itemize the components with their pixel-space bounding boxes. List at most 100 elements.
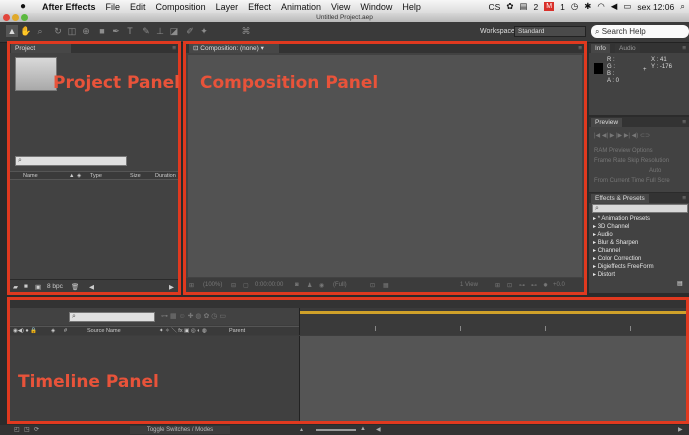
preview-tab-bar: Preview ≡ [589, 117, 689, 127]
loop-icon[interactable]: ⊂⊃ [640, 133, 650, 139]
last-frame-icon[interactable]: ▶| [624, 133, 632, 139]
puppet-tool-icon[interactable]: ✦ [198, 25, 210, 37]
zoom-out-icon[interactable]: ▴ [300, 426, 303, 433]
zoom-tool-icon[interactable]: ⌕ [34, 25, 46, 37]
search-help-input[interactable]: ⌕ Search Help [591, 25, 689, 38]
menu-file[interactable]: File [106, 2, 121, 12]
panel-menu-icon[interactable]: ≡ [682, 44, 686, 53]
effects-search-input[interactable]: ⌕ [592, 204, 688, 213]
timeline-bottom-bar: ◰ ◳ ⟳ Toggle Switches / Modes ▴ ▲ ◀ ▶ [0, 425, 689, 435]
in-out-icon[interactable]: ⟳ [34, 426, 39, 433]
calendar-icon[interactable]: ▤ [519, 1, 527, 12]
effect-category[interactable]: ▸ Distort [593, 272, 615, 279]
next-frame-icon[interactable]: |▶ [616, 133, 624, 139]
effect-category[interactable]: ▸ Digieffects FreeForm [593, 264, 654, 271]
mail-badge: 1 [560, 1, 565, 12]
tools-bar: ▲ ✋ ⌕ ↻ ◫ ⊕ ■ ✒ T ✎ ⊥ ◪ ✐ ✦ ⌘ Workspace:… [0, 22, 689, 43]
app-menu[interactable]: After Effects [42, 2, 96, 12]
effect-category[interactable]: ▸ Blur & Sharpen [593, 240, 638, 247]
effects-presets-panel: Effects & Presets ≡ ⌕ ▸ * Animation Pres… [589, 193, 689, 293]
full-screen[interactable]: Full Scre [646, 178, 670, 184]
tab-audio[interactable]: Audio [615, 44, 640, 53]
tab-info[interactable]: Info [591, 44, 610, 53]
panel-menu-icon[interactable]: ≡ [682, 118, 686, 127]
scroll-left-icon[interactable]: ◀ [376, 426, 381, 433]
bluetooth-icon[interactable]: ✱ [584, 1, 591, 12]
layer-switches-icon[interactable]: ◰ [14, 426, 20, 433]
info-x: X : 41 [651, 57, 667, 63]
zoom-in-icon[interactable]: ▲ [360, 426, 366, 432]
preview-labels: Frame Rate Skip Resolution [594, 158, 669, 164]
info-y: Y : -176 [651, 64, 672, 70]
timeline-panel-annotation: Timeline Panel [18, 372, 159, 392]
search-icon: ⌕ [595, 27, 602, 36]
effect-category[interactable]: ▸ 3D Channel [593, 224, 629, 231]
pen-tool-icon[interactable]: ✒ [110, 25, 122, 37]
apple-icon[interactable]: ● [20, 1, 34, 12]
rectangle-tool-icon[interactable]: ■ [96, 25, 108, 37]
new-preset-icon[interactable]: ▤ [677, 281, 683, 288]
scroll-right-icon[interactable]: ▶ [678, 426, 683, 433]
search-help-placeholder: Search Help [601, 27, 646, 36]
eraser-tool-icon[interactable]: ◪ [168, 25, 180, 37]
effect-category-label: Channel [597, 248, 621, 254]
menu-edit[interactable]: Edit [130, 2, 146, 12]
roto-brush-tool-icon[interactable]: ✐ [184, 25, 196, 37]
info-a: A : 0 [607, 78, 620, 84]
first-frame-icon[interactable]: |◀ [594, 133, 602, 139]
camera-tool-icon[interactable]: ◫ [66, 25, 78, 37]
resolution-auto[interactable]: Auto [649, 168, 661, 174]
snapping-icon[interactable]: ⌘ [240, 25, 252, 37]
type-tool-icon[interactable]: T [124, 25, 136, 37]
battery-icon[interactable]: ▭ [623, 1, 631, 12]
effect-category[interactable]: ▸ Color Correction [593, 256, 641, 263]
preview-options: From Current Time Full Scre [594, 178, 670, 184]
from-current-time[interactable]: From Current Time [594, 178, 644, 184]
prev-frame-icon[interactable]: ◀| [602, 133, 610, 139]
toggle-switches-modes[interactable]: Toggle Switches / Modes [130, 426, 230, 434]
effect-category[interactable]: ▸ Channel [593, 248, 620, 255]
cs-menu[interactable]: CS [489, 2, 501, 12]
rotate-tool-icon[interactable]: ↻ [52, 25, 64, 37]
sync-icon[interactable]: ✿ [506, 1, 513, 12]
menu-animation[interactable]: Animation [281, 2, 321, 12]
wifi-icon[interactable]: ◠ [597, 1, 604, 12]
menu-help[interactable]: Help [402, 2, 421, 12]
info-r: R : [607, 57, 615, 63]
menu-view[interactable]: View [331, 2, 350, 12]
menu-layer[interactable]: Layer [216, 2, 239, 12]
effect-category[interactable]: ▸ * Animation Presets [593, 216, 650, 223]
workspace-select[interactable]: Standard [514, 26, 586, 37]
panel-menu-icon[interactable]: ≡ [682, 194, 686, 203]
hand-tool-icon[interactable]: ✋ [20, 25, 32, 37]
menu-composition[interactable]: Composition [156, 2, 206, 12]
menu-window[interactable]: Window [360, 2, 392, 12]
tab-effects-presets[interactable]: Effects & Presets [591, 194, 649, 203]
window-title: Untitled Project.aep [316, 14, 373, 21]
volume-icon[interactable]: ◀ [611, 1, 618, 12]
brush-tool-icon[interactable]: ✎ [140, 25, 152, 37]
effect-category-label: Color Correction [597, 256, 642, 262]
time-machine-icon[interactable]: ◷ [571, 1, 578, 12]
status-menus: CS ✿ ▤ 2 M 1 ◷ ✱ ◠ ◀ ▭ sex 12:06 ⌕ [489, 0, 685, 13]
mute-icon[interactable]: ◀) [632, 133, 640, 139]
menu-effect[interactable]: Effect [248, 2, 271, 12]
selection-tool-icon[interactable]: ▲ [6, 25, 18, 37]
info-g: G : [607, 64, 616, 70]
info-panel: Info Audio ≡ R : G : B : A : 0 + X : 41 … [589, 43, 689, 115]
effect-category[interactable]: ▸ Audio [593, 232, 613, 239]
clock[interactable]: sex 12:06 [637, 2, 674, 12]
ram-preview-options[interactable]: RAM Preview Options [594, 148, 653, 154]
tab-preview[interactable]: Preview [591, 118, 623, 127]
zoom-slider[interactable] [316, 429, 356, 431]
info-tab-bar: Info Audio ≡ [589, 43, 689, 53]
effect-category-label: Digieffects FreeForm [597, 264, 654, 270]
transfer-controls-icon[interactable]: ◳ [24, 426, 30, 433]
clone-tool-icon[interactable]: ⊥ [154, 25, 166, 37]
mail-icon[interactable]: M [544, 2, 555, 11]
pan-behind-tool-icon[interactable]: ⊕ [80, 25, 92, 37]
spotlight-icon[interactable]: ⌕ [680, 1, 685, 12]
effect-category-label: Blur & Sharpen [597, 240, 639, 246]
effect-category-label: 3D Channel [597, 224, 630, 230]
composition-panel-annotation: Composition Panel [200, 73, 379, 93]
